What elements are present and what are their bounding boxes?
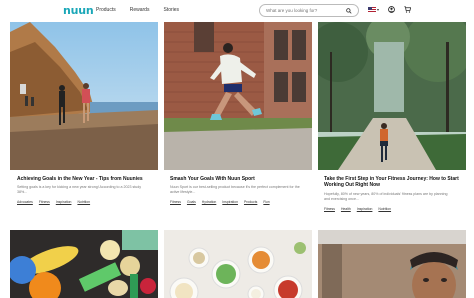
tag-link[interactable]: Nutrition xyxy=(77,200,90,204)
tag-link[interactable]: Inspiration xyxy=(56,200,72,204)
tag-link[interactable]: Advocates xyxy=(17,200,33,204)
site-header: nuun Products Rewards Stories ▾ xyxy=(0,0,474,22)
article-title[interactable]: Take the First Step in Your Fitness Jour… xyxy=(324,176,464,188)
article-tags: Advocates Fitness Inspiration Nutrition xyxy=(17,200,90,204)
excerpt-line: active lifestyle... xyxy=(170,189,196,194)
article-image-fruit-hydration[interactable] xyxy=(10,230,158,298)
flag-icon xyxy=(368,6,376,13)
tag-link[interactable]: Hydration xyxy=(202,200,217,204)
tag-link[interactable]: Goals xyxy=(187,200,196,204)
article-image-beach-runners[interactable] xyxy=(10,22,158,170)
nav-stories[interactable]: Stories xyxy=(163,7,179,13)
tag-link[interactable]: Run xyxy=(263,200,269,204)
search-box[interactable] xyxy=(259,4,359,17)
article-image-runner-brick-wall[interactable] xyxy=(164,22,312,170)
country-selector[interactable]: ▾ xyxy=(368,6,380,13)
excerpt-line: 38%... xyxy=(17,189,28,194)
article-excerpt: Hopefully, 80% of new years, 80% of indi… xyxy=(324,192,469,201)
tag-link[interactable]: Fitness xyxy=(39,200,50,204)
article-image-healthy-bowls[interactable] xyxy=(164,230,312,298)
excerpt-line: Hopefully, 80% of new years, 80% of indi… xyxy=(324,192,448,196)
article-tags: Fitness Health Inspiration Nutrition xyxy=(324,207,391,211)
excerpt-line: and exercising once... xyxy=(324,196,359,201)
search-icon[interactable] xyxy=(346,7,352,14)
tag-link[interactable]: Inspiration xyxy=(222,200,238,204)
tag-link[interactable]: Products xyxy=(244,200,257,204)
search-input[interactable] xyxy=(266,8,347,13)
tag-link[interactable]: Health xyxy=(341,207,351,211)
article-image-athlete-portrait[interactable] xyxy=(318,230,466,298)
header-actions: ▾ xyxy=(368,6,412,13)
article-tags: Fitness Goals Hydration Inspiration Prod… xyxy=(170,200,270,204)
tag-link[interactable]: Fitness xyxy=(170,200,181,204)
chevron-down-icon: ▾ xyxy=(377,7,380,12)
article-title[interactable]: Smash Your Goals With Nuun Sport xyxy=(170,176,310,182)
nav-rewards[interactable]: Rewards xyxy=(130,7,150,13)
article-excerpt: Nuun Sport is our best-selling product b… xyxy=(170,185,315,194)
article-excerpt: Setting goals is a key for kicking a new… xyxy=(17,185,162,194)
cart-icon[interactable] xyxy=(404,6,412,13)
nav-products[interactable]: Products xyxy=(96,7,116,13)
tag-link[interactable]: Nutrition xyxy=(378,207,391,211)
account-icon[interactable] xyxy=(388,6,395,13)
nuun-logo[interactable]: nuun xyxy=(63,4,94,17)
tag-link[interactable]: Fitness xyxy=(324,207,335,211)
tag-link[interactable]: Inspiration xyxy=(357,207,373,211)
main-nav: Products Rewards Stories xyxy=(96,7,179,13)
article-image-forest-path-runner[interactable] xyxy=(318,22,466,170)
excerpt-line: Nuun Sport is our best-selling product b… xyxy=(170,185,300,189)
article-title[interactable]: Achieving Goals in the New Year - Tips f… xyxy=(17,176,157,182)
excerpt-line: Setting goals is a key for kicking a new… xyxy=(17,185,142,189)
